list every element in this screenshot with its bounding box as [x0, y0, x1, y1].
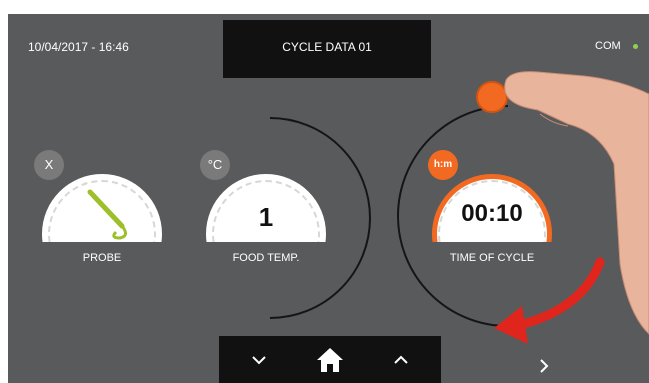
chevron-down-icon	[252, 355, 266, 364]
scroll-down-button[interactable]	[229, 336, 289, 383]
oven-display-screen: 10/04/2017 - 16:46 CYCLE DATA 01 COM X P…	[8, 14, 649, 383]
home-icon	[317, 347, 343, 372]
red-arrowhead-icon	[494, 306, 528, 344]
scroll-up-button[interactable]	[371, 336, 431, 383]
chevron-right-icon	[540, 359, 549, 373]
bottom-nav-bar	[219, 336, 441, 383]
chevron-up-icon	[394, 355, 408, 364]
swipe-gesture-illustration	[494, 71, 649, 344]
red-curved-arrow-icon	[511, 257, 605, 331]
next-page-button[interactable]	[532, 354, 556, 378]
home-button[interactable]	[300, 336, 360, 383]
